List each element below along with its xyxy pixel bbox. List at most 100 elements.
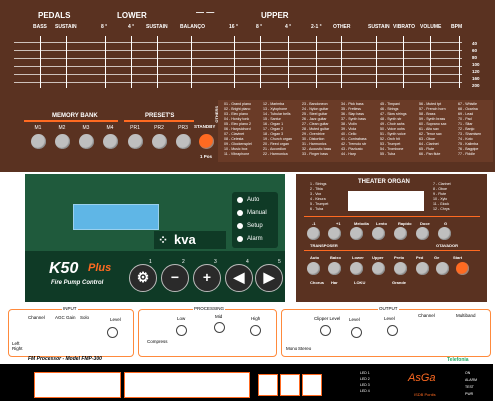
manual-led [237,210,243,216]
channel-label: Channel [28,315,45,320]
column-label: VIBRATO [393,24,416,30]
button-number: 2 [182,259,185,265]
rapido-button[interactable] [394,227,407,240]
column-label: 4 ° [285,24,292,30]
lower-4-slider[interactable] [131,36,132,88]
theater-title: THEATER ORGAN [358,179,410,185]
bpm-tick: 200 [472,83,480,88]
lento-button[interactable] [372,227,385,240]
auto-label: Auto [247,197,260,203]
plus-button[interactable]: + [193,264,221,292]
auto-button[interactable] [307,262,320,275]
pedal-sustain-slider[interactable] [66,36,67,88]
bpm-tick: 40 [472,41,478,46]
vibrato-slider[interactable] [403,36,404,88]
lower-8-slider[interactable] [105,36,106,88]
baixo-button[interactable] [328,262,341,275]
preset-button-pr3[interactable] [176,134,191,149]
model-name: K50 [49,260,79,277]
upper-sustain-slider[interactable] [376,36,377,88]
setup-led [237,223,243,229]
setup-label: Setup [247,223,263,229]
status-label: TEST [465,385,474,389]
ped-button[interactable] [416,262,429,275]
column-label: 16 ° [229,24,238,30]
auto-led [237,197,243,203]
fm-processor-panel: INPUT Channel AGC Gain Solo Level Left R… [0,303,493,363]
output-level-knob[interactable] [351,327,362,338]
theater-row2-label: Preto [394,255,405,260]
preto-button[interactable] [394,262,407,275]
preset-button-label: PR3 [178,125,188,131]
lower-sustain-slider[interactable] [157,36,158,88]
port-window [258,374,278,396]
high-knob[interactable] [250,325,261,336]
upper-16-slider[interactable] [234,36,235,88]
lower-button[interactable] [350,262,363,275]
lcd-display [73,204,159,230]
otavador-label: OTAVADOR [436,243,458,248]
upper-8-slider[interactable] [260,36,261,88]
upper-header: UPPER [261,11,289,20]
others-column: 12 - Marimba 13 - Xylophone 14 - Tubular b… [263,102,292,156]
bass-slider[interactable] [40,36,41,88]
standby-button[interactable] [199,134,214,149]
mid-knob[interactable] [214,322,225,333]
high-label: High [251,316,261,321]
theater-row2-sub: Chorus [310,280,324,285]
transposer-up-button[interactable] [328,227,341,240]
melodia-button[interactable] [350,227,363,240]
upper-button[interactable] [372,262,385,275]
preset-button-pr2[interactable] [152,134,167,149]
right-label: Right [12,346,23,351]
multiband-level-knob[interactable] [387,325,398,336]
minus-button[interactable]: − [161,264,189,292]
balanco-slider[interactable] [191,36,192,88]
status-label: PWR [465,392,474,396]
bpm-slider[interactable] [459,36,460,88]
upper-2-1-slider[interactable] [316,36,317,88]
memory-button-m2[interactable] [55,134,70,149]
kva-logo-mark: ⁘ [158,233,169,247]
theater-row2-label: Start [453,255,463,260]
g-button[interactable] [438,227,451,240]
right-arrow-button[interactable]: ▶ [255,264,283,292]
button-number: 3 [214,259,217,265]
scale-line [14,50,462,51]
memory-button-m4[interactable] [103,134,118,149]
column-label: SUSTAIN [368,24,390,30]
transposer-down-button[interactable] [307,227,320,240]
doce-button[interactable] [416,227,429,240]
asga-sub: ISDB Pontis [414,392,436,397]
column-label: OTHER [333,24,351,30]
port-window [280,374,300,396]
theater-row1-label: Doce [420,221,430,226]
left-arrow-button[interactable]: ◀ [225,264,253,292]
output-level-label: Level [349,317,360,322]
stereo-label: Stereo [298,346,312,351]
ge-button[interactable] [436,262,449,275]
theater-row2-label: Auto [310,255,320,260]
upper-4-slider[interactable] [288,36,289,88]
start-button[interactable] [456,262,469,275]
memory-button-m3[interactable] [79,134,94,149]
arrow-right-icon: ▶ [263,269,275,285]
status-label-column: ON ALARM TEST PWR [465,370,477,398]
theater-row1-label: +1 [336,221,341,226]
organ-control-panel: PEDALS LOWER — — UPPER BASS SUSTAIN 8 ° … [0,0,495,172]
volume-slider[interactable] [430,36,431,88]
preset-button-pr1[interactable] [128,134,143,149]
gear-button[interactable]: ⚙ [129,264,157,292]
kva-brand: kva [174,232,196,247]
balanco-dash: — — [196,8,215,17]
status-label: ON [465,371,471,375]
memory-button-m1[interactable] [31,134,46,149]
other-slider[interactable] [341,36,342,88]
input-level-knob[interactable] [107,327,118,338]
multiband-label: Multiband [456,313,476,318]
lower-header: LOWER [117,11,147,20]
others-column: 67 - Whistle 68 - Ocarina 69 - Lead 70 - Pa… [458,102,482,156]
clipper-knob[interactable] [320,325,331,336]
low-knob[interactable] [176,325,187,336]
compress-label: Compress [147,339,168,344]
